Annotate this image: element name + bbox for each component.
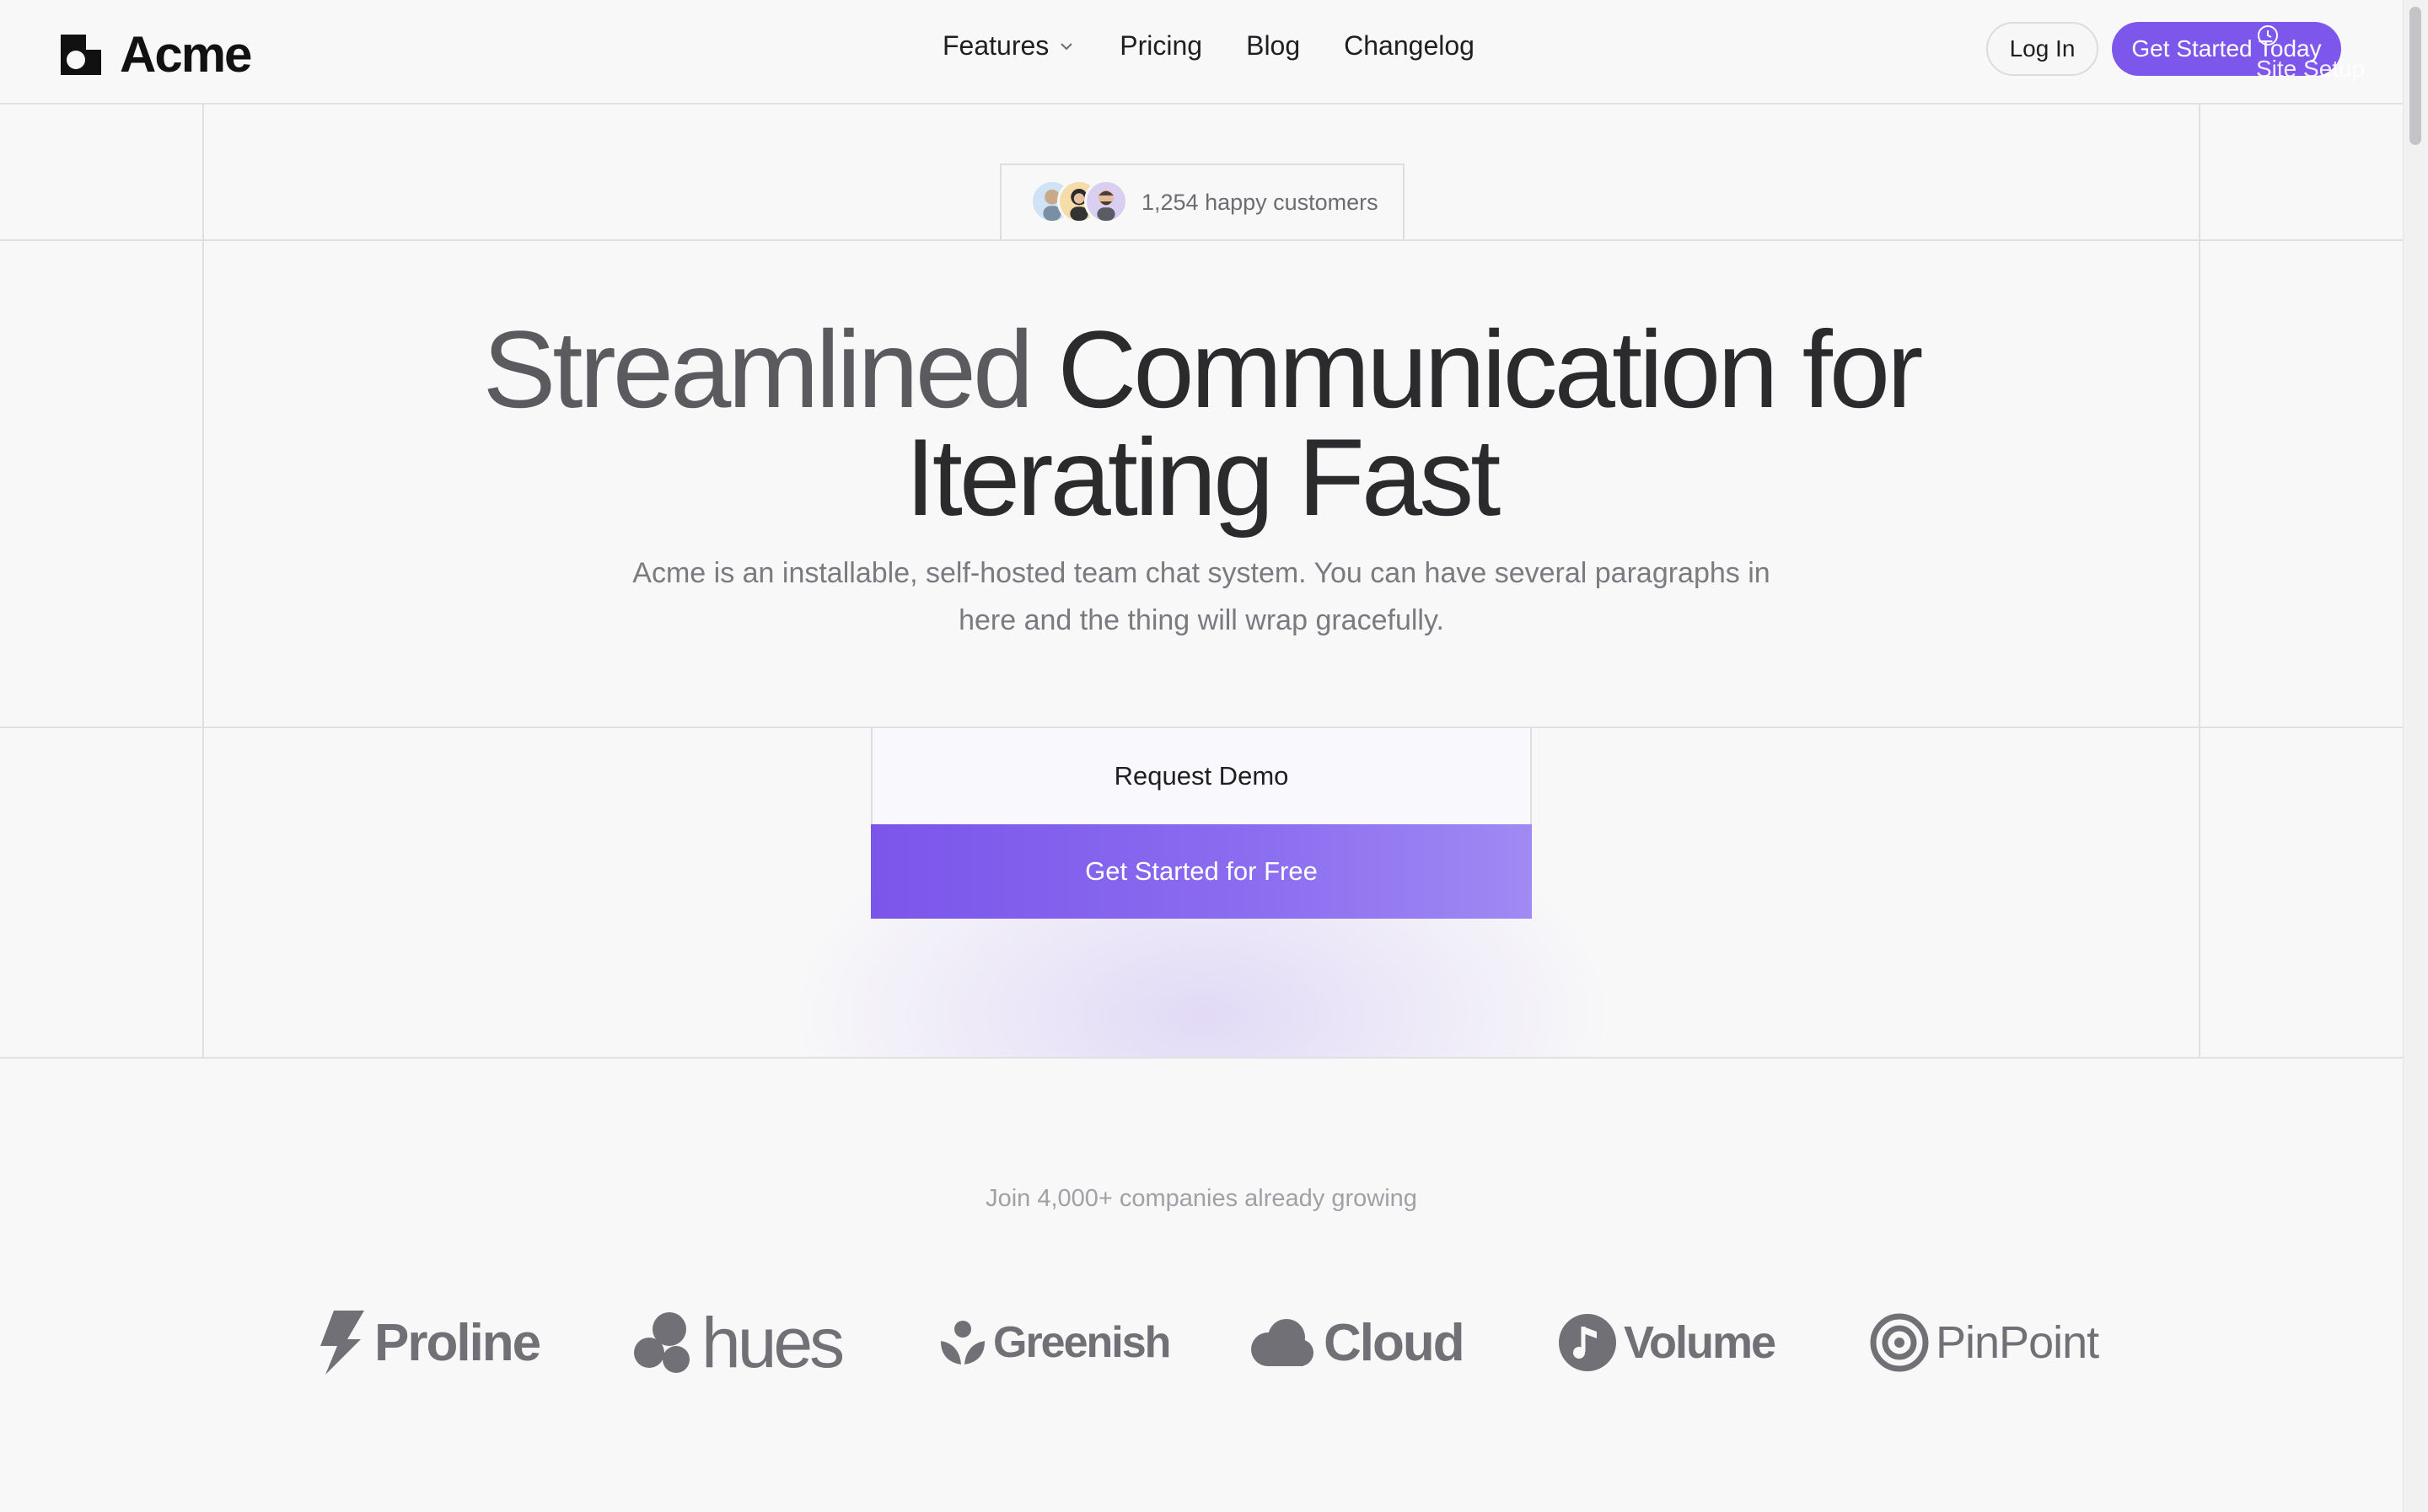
brand-volume: Volume (1558, 1305, 1776, 1381)
brand-name: Proline (374, 1313, 541, 1372)
site-header: Acme Features Pricing Blog Changelog Log… (0, 0, 2403, 105)
target-icon (1870, 1313, 1929, 1372)
grid-line (202, 105, 204, 1059)
brand-greenish: Greenish (939, 1305, 1171, 1381)
clock-icon[interactable] (2256, 24, 2280, 47)
headline-rest: Communication for (1057, 308, 1923, 431)
brand-name: PinPoint (1936, 1317, 2099, 1368)
customers-badge: 1,254 happy customers (1000, 164, 1405, 239)
proline-icon (320, 1311, 364, 1375)
brand-name: Greenish (993, 1318, 1171, 1367)
brand-name: Cloud (1324, 1313, 1465, 1372)
site-setup-overlay[interactable]: Site Setup (2256, 56, 2365, 83)
brand-name: hues (701, 1302, 845, 1382)
hues-icon (634, 1312, 690, 1373)
avatar (1084, 180, 1128, 223)
greenish-icon (941, 1321, 985, 1365)
avatar-group (1030, 180, 1131, 225)
brand-pinpoint: PinPoint (1870, 1305, 2099, 1381)
brand-name: Volume (1624, 1317, 1776, 1368)
social-proof-heading: Join 4,000+ companies already growing (986, 1185, 1417, 1212)
hero-section: 1,254 happy customers Streamlined Commun… (0, 105, 2403, 1059)
hero-subtitle: Acme is an installable, self-hosted team… (632, 557, 1770, 636)
hero-headline: Streamlined Communication for Iterating … (0, 314, 2403, 532)
grid-line (2199, 105, 2200, 1059)
customers-count: 1,254 happy customers (1141, 189, 1378, 215)
nav-features[interactable]: Features (943, 30, 1076, 62)
brand-logo[interactable]: Acme (61, 25, 252, 83)
get-started-free-button[interactable]: Get Started for Free (871, 824, 1532, 919)
brand-proline: Proline (317, 1305, 541, 1381)
cloud-icon (1251, 1319, 1313, 1366)
nav-features-label: Features (943, 30, 1050, 61)
acme-logo-icon (61, 34, 101, 75)
brand-logos: Proline hues Greenish Cloud Volume PinPo… (312, 1302, 2099, 1382)
chevron-down-icon (1061, 42, 1072, 50)
headline-word: Streamlined (482, 308, 1034, 431)
brand-name: Acme (120, 26, 252, 83)
scrollbar-thumb[interactable] (2409, 7, 2421, 145)
main-nav: Features Pricing Blog Changelog (943, 30, 1518, 62)
request-demo-button[interactable]: Request Demo (871, 728, 1532, 824)
brand-hues: hues (631, 1302, 845, 1382)
headline-line2: Iterating Fast (905, 416, 1501, 539)
nav-pricing[interactable]: Pricing (1120, 30, 1202, 62)
login-button[interactable]: Log In (1986, 22, 2098, 76)
nav-blog[interactable]: Blog (1246, 30, 1300, 62)
brand-cloud: Cloud (1249, 1305, 1465, 1381)
music-note-icon (1559, 1314, 1616, 1371)
grid-line (0, 239, 2403, 241)
scrollbar[interactable] (2403, 0, 2428, 1512)
section-divider (0, 1057, 2403, 1059)
nav-changelog[interactable]: Changelog (1344, 30, 1475, 62)
